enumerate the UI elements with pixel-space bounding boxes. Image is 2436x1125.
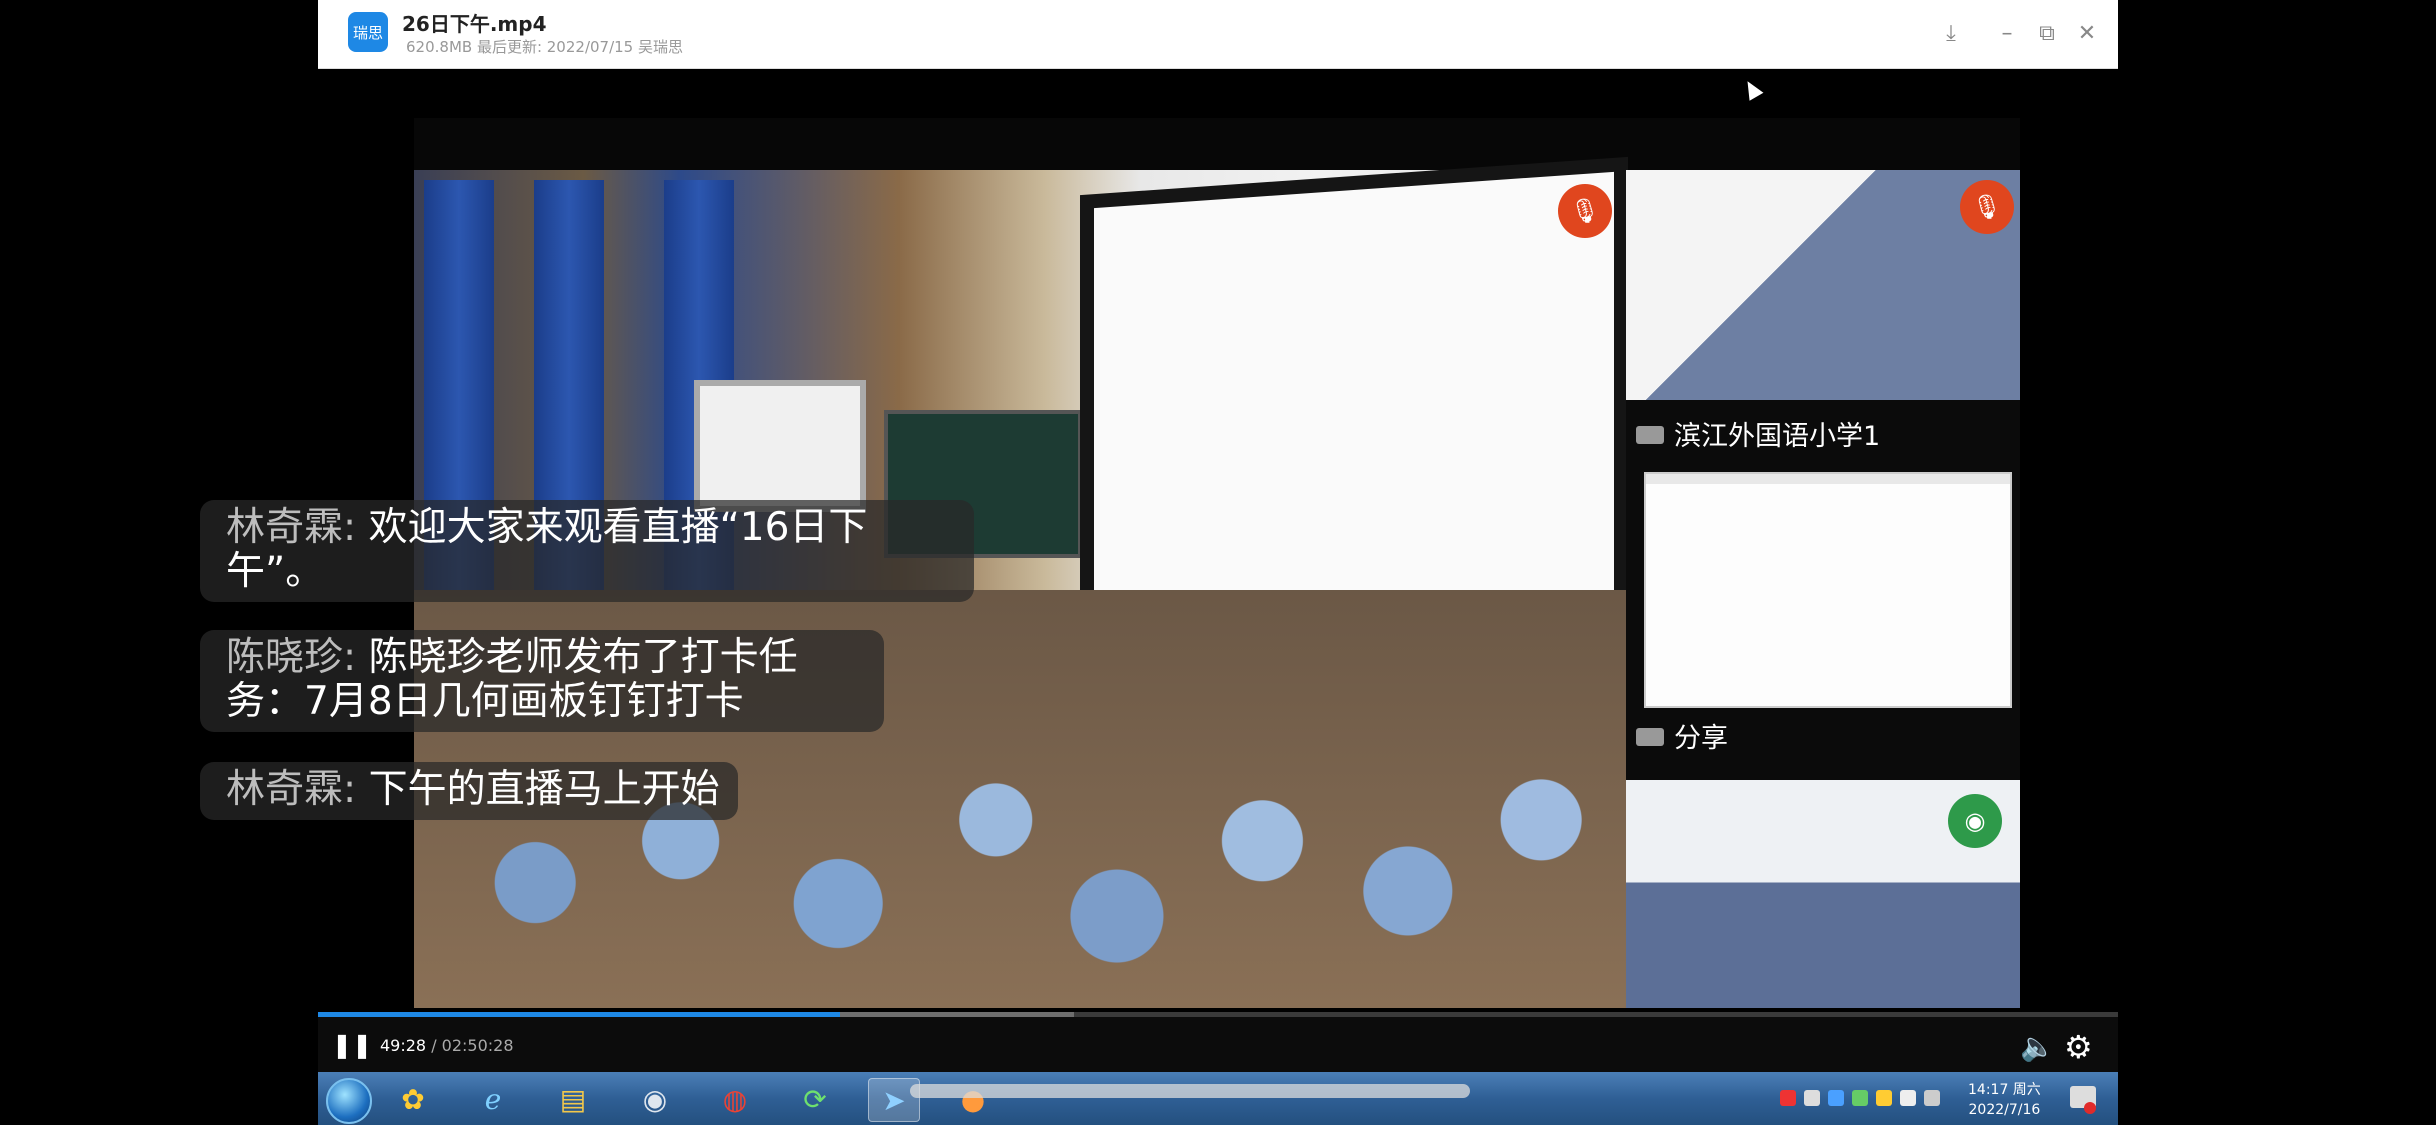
pause-button[interactable]: ❚❚: [332, 1031, 372, 1059]
time-display: 49:28 / 02:50:28: [380, 1036, 514, 1055]
player-controls: ❚❚ 49:28 / 02:50:28 🔈 ⚙: [318, 1012, 2118, 1072]
tray-icon[interactable]: [1804, 1090, 1820, 1106]
mic-muted-icon: 🎙: [1558, 184, 1612, 238]
scroll-indicator[interactable]: [910, 1084, 1470, 1098]
classroom-thumbnail[interactable]: 🎙: [1626, 170, 2020, 400]
projector-screen-image: [694, 380, 866, 512]
chat-separator: :: [343, 635, 369, 680]
minimize-button[interactable]: –: [1990, 16, 2024, 50]
chat-sender: 林奇霖: [226, 767, 344, 812]
settings-button[interactable]: ⚙: [2064, 1028, 2093, 1066]
video-letterbox: [414, 118, 2020, 170]
duration: 02:50:28: [441, 1036, 514, 1055]
chat-sender: 陈晓珍: [226, 635, 344, 680]
thumbnail-label: 滨江外国语小学1: [1674, 421, 1881, 452]
camera-icon: [1636, 426, 1664, 444]
mic-muted-icon: 🎙: [1960, 180, 2014, 234]
close-icon: ✕: [2077, 20, 2097, 46]
volume-tray-icon[interactable]: [1900, 1090, 1916, 1106]
file-name: 26日下午.mp4: [402, 12, 547, 36]
minimize-icon: –: [2001, 20, 2013, 46]
share-toolbar: [1646, 474, 2010, 484]
taskbar: ✿ ℯ ▤ ◉ ◍ ⟳ ➤ ● 14:17 周六 2022/7/16: [318, 1072, 2118, 1125]
chat-text: 下午的直播马上开始: [368, 767, 720, 812]
file-meta: 620.8MB 最后更新: 2022/07/15 吴瑞思: [406, 38, 683, 56]
camera-icon: [1636, 728, 1664, 746]
chat-message: 林奇霖: 欢迎大家来观看直播“16日下午”。: [200, 500, 974, 602]
volume-icon: 🔈: [2020, 1030, 2055, 1063]
close-button[interactable]: ✕: [2070, 16, 2104, 50]
current-time: 49:28: [380, 1036, 427, 1055]
start-button[interactable]: [326, 1078, 372, 1124]
chrome-icon[interactable]: ◍: [710, 1078, 760, 1120]
video-side-panel: 🎙 滨江外国语小学1 分享 ◉: [1626, 170, 2020, 1008]
pause-icon: ❚❚: [331, 1031, 373, 1059]
media-app-icon[interactable]: ◉: [630, 1078, 680, 1120]
chat-sender: 林奇霖: [226, 505, 344, 550]
download-button[interactable]: ⤓: [1934, 16, 1968, 50]
volume-button[interactable]: 🔈: [2020, 1030, 2055, 1063]
tray-icon[interactable]: [1828, 1090, 1844, 1106]
chat-message: 陈晓珍: 陈晓珍老师发布了打卡任务：7月8日几何画板钉钉打卡: [200, 630, 884, 732]
time-separator: /: [426, 1036, 442, 1055]
screen-share-thumbnail[interactable]: [1644, 472, 2012, 708]
title-bar: 瑞思 26日下午.mp4 620.8MB 最后更新: 2022/07/15 吴瑞…: [318, 0, 2118, 69]
restore-icon: ⧉: [2039, 20, 2055, 46]
clock-date: 2022/7/16: [1968, 1102, 2041, 1118]
chat-message: 林奇霖: 下午的直播马上开始: [200, 762, 738, 820]
tray-icon[interactable]: [1852, 1090, 1868, 1106]
chat-separator: :: [343, 505, 369, 550]
sogou-ime-icon[interactable]: [1780, 1090, 1796, 1106]
classroom-thumbnail[interactable]: ◉: [1626, 780, 2020, 1008]
app-logo: 瑞思: [348, 12, 388, 52]
thumbnail-label: 分享: [1674, 723, 1728, 754]
download-icon: ⤓: [1946, 20, 1956, 46]
file-explorer-icon[interactable]: ▤: [548, 1078, 598, 1120]
network-tray-icon[interactable]: [1924, 1090, 1940, 1106]
chat-separator: :: [343, 767, 369, 812]
notification-badge: [2084, 1102, 2096, 1114]
clock-time: 14:17 周六: [1968, 1082, 2041, 1098]
photos-app-icon[interactable]: ✿: [388, 1078, 438, 1120]
internet-explorer-icon[interactable]: ℯ: [468, 1078, 518, 1120]
tray-icon[interactable]: [1876, 1090, 1892, 1106]
green-app-icon[interactable]: ⟳: [790, 1078, 840, 1120]
camera-active-icon: ◉: [1948, 794, 2002, 848]
gear-icon: ⚙: [2064, 1028, 2093, 1066]
clock[interactable]: 14:17 周六 2022/7/16: [1968, 1080, 2041, 1120]
restore-button[interactable]: ⧉: [2030, 16, 2064, 50]
progress-played: [318, 1012, 840, 1017]
